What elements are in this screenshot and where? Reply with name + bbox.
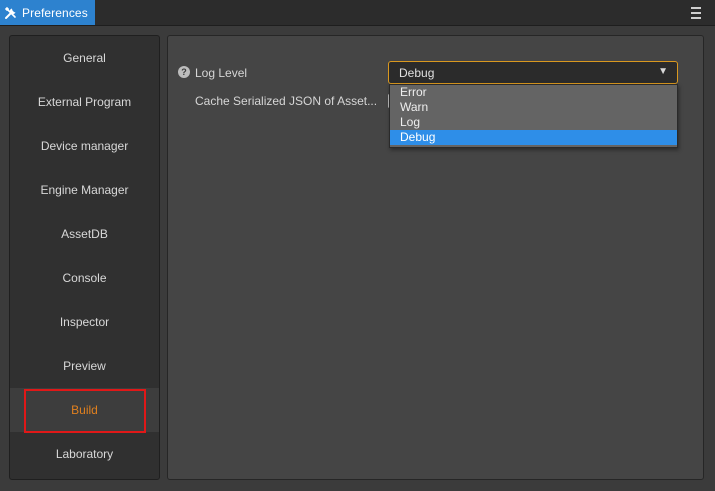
- sidebar-item-label: Preview: [63, 359, 106, 373]
- sidebar-item-assetdb[interactable]: AssetDB: [10, 212, 159, 256]
- sidebar: General External Program Device manager …: [9, 35, 160, 480]
- sidebar-item-engine-manager[interactable]: Engine Manager: [10, 168, 159, 212]
- sidebar-item-label: External Program: [37, 95, 132, 109]
- preferences-content: General External Program Device manager …: [0, 26, 715, 491]
- log-level-select[interactable]: Debug ▼: [388, 61, 678, 84]
- hamburger-menu-icon[interactable]: [689, 6, 703, 20]
- sidebar-item-device-manager[interactable]: Device manager: [10, 124, 159, 168]
- highlight-box: [24, 389, 146, 433]
- dropdown-arrow-icon: ▼: [658, 66, 668, 77]
- log-level-label: Log Level: [195, 66, 248, 80]
- sidebar-item-label: Engine Manager: [40, 183, 129, 197]
- sidebar-item-laboratory[interactable]: Laboratory: [10, 432, 159, 476]
- option-warn[interactable]: Warn: [390, 100, 677, 115]
- sidebar-item-general[interactable]: General: [10, 36, 159, 80]
- build-settings-panel: ? Log Level Cache Serialized JSON of Ass…: [167, 35, 704, 480]
- option-debug[interactable]: Debug: [390, 130, 677, 145]
- sidebar-item-label: Console: [62, 271, 107, 285]
- tools-icon: [4, 6, 18, 20]
- sidebar-item-label: Laboratory: [55, 447, 114, 461]
- log-level-dropdown: Error Warn Log Debug: [389, 84, 678, 148]
- sidebar-item-console[interactable]: Console: [10, 256, 159, 300]
- sidebar-item-label: Inspector: [59, 315, 110, 329]
- sidebar-item-inspector[interactable]: Inspector: [10, 300, 159, 344]
- sidebar-item-label: AssetDB: [61, 227, 108, 241]
- option-error[interactable]: Error: [390, 85, 677, 100]
- preferences-tab[interactable]: Preferences: [0, 0, 95, 25]
- sidebar-item-external-program[interactable]: External Program: [10, 80, 159, 124]
- tab-title: Preferences: [22, 5, 88, 20]
- sidebar-item-label: Device manager: [40, 139, 129, 153]
- question-circle-icon[interactable]: ?: [178, 66, 190, 78]
- option-log[interactable]: Log: [390, 115, 677, 130]
- sidebar-item-preview[interactable]: Preview: [10, 344, 159, 388]
- cache-json-label: Cache Serialized JSON of Asset...: [195, 94, 378, 108]
- log-level-value: Debug: [399, 65, 435, 80]
- sidebar-item-build[interactable]: Build: [10, 388, 159, 433]
- sidebar-item-label: General: [63, 51, 106, 65]
- title-bar: Preferences: [0, 0, 715, 26]
